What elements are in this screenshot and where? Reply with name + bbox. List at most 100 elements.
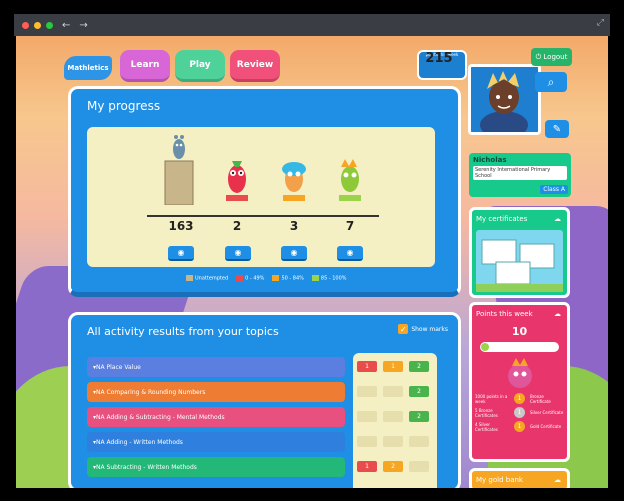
- topic-label: NA Comparing & Rounding Numbers: [96, 388, 206, 396]
- eye-icon: ◉: [177, 248, 185, 257]
- points-progress-fill: [481, 343, 489, 351]
- legend-unattempted-label: Unattempted: [195, 275, 229, 282]
- weekly-points-badge: 215 points this week: [417, 50, 467, 80]
- topic-row[interactable]: ▾ NA Subtracting - Written Methods: [87, 457, 345, 477]
- rule-right-text: Gold Certificate: [530, 424, 562, 429]
- school-name: Serenity International Primary School: [473, 166, 567, 180]
- mark-badge: 2: [409, 386, 429, 397]
- nav-review-label: Review: [236, 59, 274, 70]
- cloud-icon: ☁: [554, 476, 561, 484]
- pencil-icon: ✎: [552, 123, 562, 135]
- legend-low-label: 0 - 49%: [245, 275, 265, 282]
- eye-icon: ◉: [290, 248, 298, 257]
- topic-label: NA Place Value: [96, 363, 141, 371]
- rule-left-text: 5 Bronze Certificates: [475, 407, 498, 418]
- mark-badge: [357, 411, 377, 422]
- topic-label: NA Adding - Written Methods: [96, 438, 183, 446]
- progress-legend: Unattempted 0 - 49% 50 - 84% 85 - 100%: [186, 275, 347, 282]
- certificates-header[interactable]: My certificates ☁: [472, 210, 567, 227]
- logout-button[interactable]: ⏻ Logout: [531, 48, 572, 66]
- forward-arrow-icon[interactable]: →: [79, 20, 87, 31]
- legend-high-label: 85 - 100%: [320, 275, 347, 282]
- legend-unattempted: Unattempted: [186, 275, 228, 282]
- mark-badge: 1: [357, 361, 377, 372]
- gold-bank-header[interactable]: My gold bank ☁: [472, 471, 567, 488]
- high-score-count: 7: [345, 219, 355, 233]
- search-icon: ⌕: [547, 74, 555, 89]
- certificate-rule-row: 4 Silver Certificates 1 Gold Certificate: [475, 421, 564, 432]
- back-arrow-icon[interactable]: ←: [62, 20, 70, 31]
- points-week-title: Points this week: [476, 309, 533, 318]
- topic-row[interactable]: ▾ NA Place Value: [87, 357, 345, 377]
- mark-badge: 2: [409, 411, 429, 422]
- certificates-preview[interactable]: [476, 230, 563, 292]
- show-marks-toggle[interactable]: ✓ Show marks: [398, 324, 448, 334]
- legend-mid-label: 50 - 84%: [281, 275, 304, 282]
- show-marks-label: Show marks: [411, 325, 448, 333]
- mark-badge: [357, 386, 377, 397]
- logout-label: Logout: [543, 53, 568, 61]
- medal-icon: 1: [514, 393, 525, 404]
- topic-label: NA Adding & Subtracting - Mental Methods: [96, 413, 225, 421]
- mark-badge: [409, 436, 429, 447]
- red-monster-icon: [226, 161, 248, 201]
- points-progress-bar: [480, 342, 559, 352]
- mark-badge: 1: [357, 461, 377, 472]
- mark-badge: [357, 436, 377, 447]
- checkbox-checked-icon[interactable]: ✓: [398, 324, 409, 334]
- progress-baseline: [147, 215, 379, 217]
- topic-row[interactable]: ▾ NA Adding - Written Methods: [87, 432, 345, 452]
- eye-icon: ◉: [234, 248, 242, 257]
- medal-icon: 1: [514, 407, 525, 418]
- points-this-week-card: Points this week ☁ 10 1000 points in a w…: [469, 302, 570, 462]
- points-week-value: 10: [511, 325, 528, 338]
- avatar[interactable]: [468, 64, 541, 135]
- mark-badge: 2: [409, 361, 429, 372]
- topic-row[interactable]: ▾ NA Comparing & Rounding Numbers: [87, 382, 345, 402]
- results-title: All activity results from your topics: [87, 325, 279, 338]
- certificates-card: My certificates ☁: [469, 207, 570, 298]
- legend-mid: 50 - 84%: [272, 275, 304, 282]
- progress-chart-area: 163 2 3 7 ◉ ◉ ◉ ◉: [87, 127, 435, 267]
- rule-right-text: Bronze Certificate: [530, 393, 551, 404]
- browser-titlebar: ← → ⤢: [14, 14, 610, 36]
- marks-box: 1122212: [353, 353, 437, 488]
- search-button[interactable]: ⌕: [535, 72, 567, 92]
- topic-row[interactable]: ▾ NA Adding & Subtracting - Mental Metho…: [87, 407, 345, 427]
- rule-left-text: 4 Silver Certificates: [475, 421, 498, 432]
- view-unattempted-button[interactable]: ◉: [168, 246, 194, 261]
- mark-badge: 1: [383, 361, 403, 372]
- close-window-button[interactable]: [22, 21, 29, 29]
- mark-badge: [383, 411, 403, 422]
- cloud-icon: ☁: [554, 214, 561, 223]
- unattempted-count: 163: [168, 219, 194, 233]
- cloud-icon: ☁: [554, 309, 561, 318]
- maximize-window-button[interactable]: [46, 21, 53, 29]
- certificate-thumbnails-icon: [476, 239, 563, 292]
- topic-label: NA Subtracting - Written Methods: [96, 463, 197, 471]
- weekly-points-value: 215: [425, 51, 453, 66]
- medal-icon: 1: [514, 421, 525, 432]
- mathletics-logo[interactable]: Mathletics: [64, 56, 112, 80]
- app-canvas: Mathletics Learn Play Review 215 points …: [16, 36, 608, 488]
- nav-learn-button[interactable]: Learn: [120, 50, 170, 82]
- certificates-title: My certificates: [476, 214, 528, 223]
- nav-play-label: Play: [189, 59, 211, 70]
- blue-monster-icon: [282, 162, 306, 201]
- gold-bank-card: My gold bank ☁: [469, 468, 570, 488]
- mark-badge: 2: [383, 461, 403, 472]
- mid-score-count: 3: [289, 219, 299, 233]
- view-low-score-button[interactable]: ◉: [225, 246, 251, 261]
- expand-icon[interactable]: ⤢: [597, 18, 604, 28]
- mark-badge: [383, 386, 403, 397]
- class-label: Class A: [540, 185, 568, 194]
- mark-badge: [383, 436, 403, 447]
- activity-results-panel: All activity results from your topics ✓ …: [68, 312, 461, 488]
- view-mid-score-button[interactable]: ◉: [281, 246, 307, 261]
- nav-play-button[interactable]: Play: [175, 50, 225, 82]
- nav-review-button[interactable]: Review: [230, 50, 280, 82]
- points-week-header[interactable]: Points this week ☁: [472, 305, 567, 322]
- edit-avatar-button[interactable]: ✎: [545, 120, 569, 138]
- view-high-score-button[interactable]: ◉: [337, 246, 363, 261]
- minimize-window-button[interactable]: [34, 21, 41, 29]
